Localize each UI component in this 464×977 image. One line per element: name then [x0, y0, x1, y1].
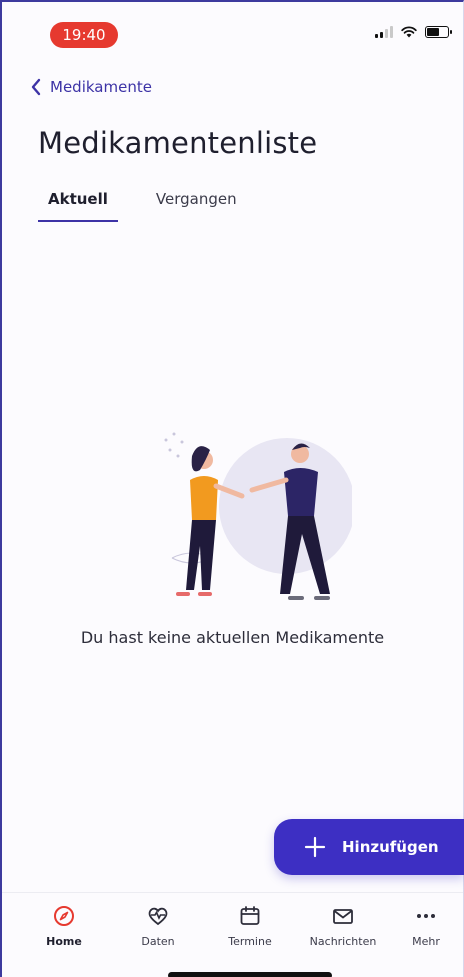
tab-bar: Aktuell Vergangen: [38, 190, 237, 222]
nav-appointments-label: Termine: [228, 935, 272, 948]
status-bar: 19:40: [2, 2, 463, 62]
bottom-navigation: Home Daten Termine Nachrichten Mehr: [2, 892, 463, 960]
signal-icon: [375, 26, 393, 38]
add-medication-button[interactable]: Hinzufügen: [274, 819, 464, 875]
empty-state-illustration: [164, 432, 352, 600]
empty-state-message: Du hast keine aktuellen Medikamente: [80, 628, 385, 647]
nav-data[interactable]: Daten: [118, 903, 198, 948]
nav-messages[interactable]: Nachrichten: [303, 903, 383, 948]
add-medication-label: Hinzufügen: [342, 838, 439, 856]
compass-icon: [54, 906, 74, 926]
chevron-left-icon: [31, 78, 41, 96]
page-title: Medikamentenliste: [38, 126, 318, 160]
tab-current[interactable]: Aktuell: [38, 190, 118, 222]
nav-data-label: Daten: [141, 935, 175, 948]
nav-messages-label: Nachrichten: [309, 935, 377, 948]
wifi-icon: [401, 26, 417, 38]
nav-appointments[interactable]: Termine: [210, 903, 290, 948]
nav-home-label: Home: [46, 935, 82, 948]
home-indicator: [168, 972, 332, 977]
battery-icon: [425, 26, 452, 38]
nav-home[interactable]: Home: [24, 903, 104, 948]
app-screen: 19:40 Medikamente Medikamentenliste Aktu…: [0, 0, 464, 977]
heart-pulse-icon: [148, 907, 168, 926]
status-time: 19:40: [50, 22, 118, 48]
more-dots-icon: [417, 914, 435, 918]
nav-more-label: Mehr: [412, 935, 440, 948]
mail-icon: [333, 909, 353, 924]
nav-more[interactable]: Mehr: [386, 903, 464, 948]
plus-icon: [304, 836, 326, 858]
tab-past[interactable]: Vergangen: [156, 190, 237, 222]
system-icons: [375, 26, 452, 38]
back-button[interactable]: Medikamente: [30, 78, 152, 96]
back-label: Medikamente: [50, 78, 152, 96]
calendar-icon: [240, 906, 260, 925]
